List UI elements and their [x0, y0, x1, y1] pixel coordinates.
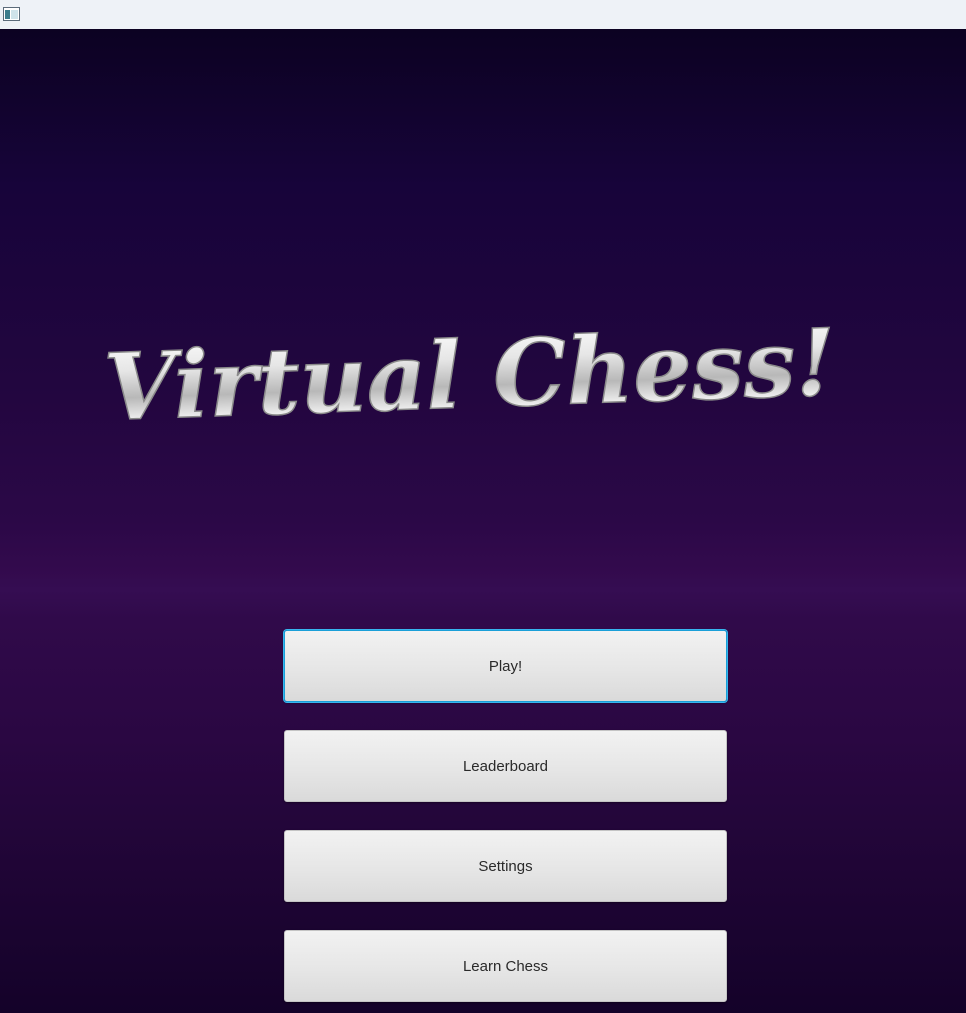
settings-button[interactable]: Settings	[284, 830, 727, 902]
learn-chess-button[interactable]: Learn Chess	[284, 930, 727, 1002]
play-button[interactable]: Play!	[284, 630, 727, 702]
title-bar[interactable]	[0, 0, 966, 29]
app-window-icon	[3, 6, 20, 21]
play-button-label: Play!	[488, 657, 523, 675]
app-window: Virtual Chess! Play! Leaderboard Setting…	[0, 0, 966, 1013]
leaderboard-button-label: Leaderboard	[462, 757, 549, 775]
main-menu: Virtual Chess! Play! Leaderboard Setting…	[0, 29, 966, 1013]
logo-text: Virtual Chess!	[102, 308, 837, 441]
leaderboard-button[interactable]: Leaderboard	[284, 730, 727, 802]
game-logo: Virtual Chess!	[102, 308, 839, 443]
learn-chess-button-label: Learn Chess	[462, 957, 549, 975]
settings-button-label: Settings	[478, 857, 533, 875]
